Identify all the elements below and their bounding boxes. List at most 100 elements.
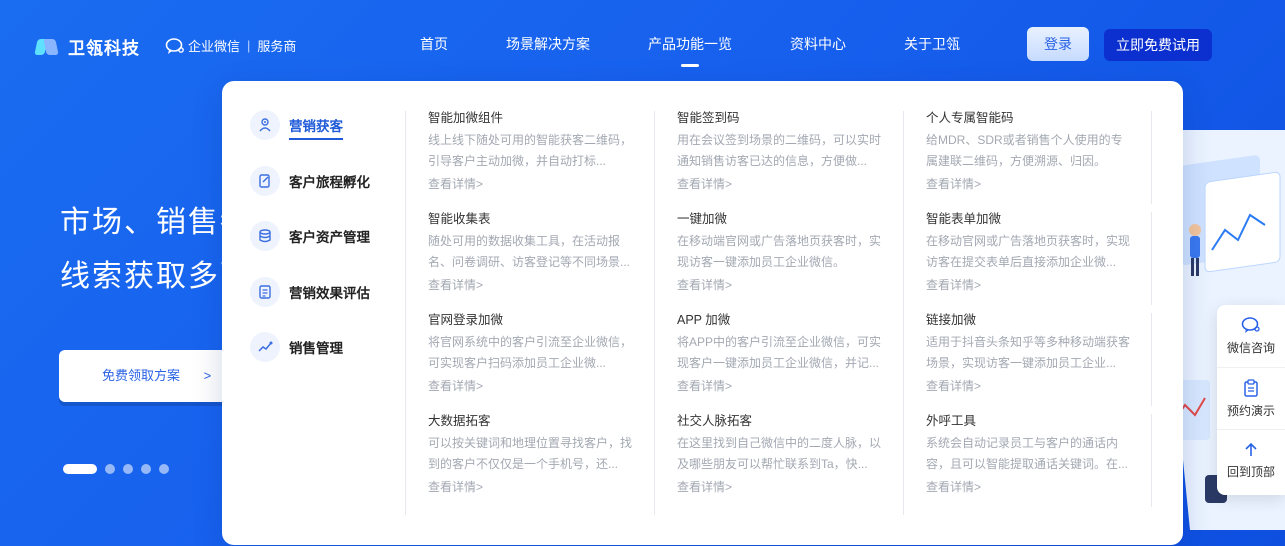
view-details-link[interactable]: 查看详情> xyxy=(926,175,1134,192)
edit-doc-icon xyxy=(250,165,280,196)
view-details-link[interactable]: 查看详情> xyxy=(428,478,636,495)
database-icon xyxy=(250,221,280,251)
float-label: 预约演示 xyxy=(1226,403,1275,418)
divider: | xyxy=(247,38,251,53)
feature-title: 社交人脉拓客 xyxy=(677,414,753,428)
view-details-link[interactable]: 查看详情> xyxy=(926,276,1134,293)
brand-name: 卫瓴科技 xyxy=(68,39,140,58)
feature-title: 官网登录加微 xyxy=(428,313,504,327)
clipboard-icon xyxy=(1244,378,1258,397)
carousel-dots xyxy=(63,464,169,474)
category-marketing-evaluation[interactable]: 营销效果评估 xyxy=(250,276,370,308)
nav-item-solutions[interactable]: 场景解决方案 xyxy=(506,34,590,54)
carousel-dot[interactable] xyxy=(159,464,169,474)
nav-item-resources[interactable]: 资料中心 xyxy=(790,34,846,54)
view-details-link[interactable]: 查看详情> xyxy=(677,276,885,293)
feature-desc: 系统会自动记录员工与客户的通话内容，且可以智能提取通话关键词。在... xyxy=(926,436,1129,471)
wecom-provider-badge: 企业微信 | 服务商 xyxy=(165,36,296,55)
back-to-top-button[interactable]: 回到顶部 xyxy=(1217,429,1285,491)
feature-card[interactable]: 个人专属智能码给MDR、SDR或者销售个人使用的专属建联二维码，方便溯源、归因。… xyxy=(903,111,1152,212)
carousel-dot[interactable] xyxy=(123,464,133,474)
feature-title: 个人专属智能码 xyxy=(926,111,1014,125)
feature-title: 智能签到码 xyxy=(677,111,740,125)
top-nav: 卫瓴科技 企业微信 | 服务商 首页 场景解决方案 产品功能一览 资料中心 关于… xyxy=(0,0,1285,88)
wecom-icon xyxy=(165,37,184,54)
float-label: 微信咨询 xyxy=(1226,341,1275,355)
feature-desc: 给MDR、SDR或者销售个人使用的专属建联二维码，方便溯源、归因。 xyxy=(926,133,1123,168)
feature-desc: 在这里找到自己微信中的二度人脉，以及哪些朋友可以帮忙联系到Ta，快... xyxy=(677,436,882,471)
arrow-up-icon xyxy=(1245,442,1257,456)
feature-title: 智能加微组件 xyxy=(428,111,504,125)
features-dropdown-panel: 营销获客 客户旅程孵化 客户资产管理 营销效果评估 销售管理 智能加微组件 线上… xyxy=(222,81,1183,545)
view-details-link[interactable]: 查看详情> xyxy=(926,377,1134,394)
category-label: 客户资产管理 xyxy=(289,230,370,245)
nav-item-about[interactable]: 关于卫瓴 xyxy=(904,34,960,54)
megaphone-icon xyxy=(250,110,280,140)
floating-contact-bar: 微信咨询 预约演示 回到顶部 xyxy=(1217,305,1285,495)
brand-logo[interactable]: 卫瓴科技 xyxy=(34,34,140,59)
category-customer-assets[interactable]: 客户资产管理 xyxy=(250,220,370,252)
category-label: 营销获客 xyxy=(289,115,343,140)
feature-title: 大数据拓客 xyxy=(428,414,491,428)
feature-desc: 可以按关键词和地理位置寻找客户，找到的客户不仅仅是一个手机号，还... xyxy=(428,436,633,471)
feature-desc: 线上线下随处可用的智能获客二维码，引导客户主动加微，并自动打标... xyxy=(428,133,633,168)
feature-title: 智能表单加微 xyxy=(926,212,1002,226)
logo-icon xyxy=(34,37,64,57)
feature-card[interactable]: 一键加微在移动端官网或广告落地页获客时，实现访客一键添加员工企业微信。查看详情> xyxy=(654,212,903,313)
feature-card[interactable]: 智能表单加微在移动官网或广告落地页获客时，实现访客在提交表单后直接添加企业微..… xyxy=(903,212,1152,313)
feature-desc: 用在会议签到场景的二维码，可以实时通知销售访客已达的信息，方便做... xyxy=(677,133,882,168)
view-details-link[interactable]: 查看详情> xyxy=(428,377,636,394)
trend-icon xyxy=(250,332,280,362)
wechat-consult-button[interactable]: 微信咨询 xyxy=(1217,305,1285,367)
feature-card[interactable]: 智能收集表 随处可用的数据收集工具，在活动报名、问卷调研、访客登记等不同场景...… xyxy=(405,212,654,313)
view-details-link[interactable]: 查看详情> xyxy=(428,276,636,293)
feature-card[interactable]: 大数据拓客可以按关键词和地理位置寻找客户，找到的客户不仅仅是一个手机号，还...… xyxy=(405,414,654,515)
nav-item-home[interactable]: 首页 xyxy=(420,34,448,54)
free-trial-button[interactable]: 立即免费试用 xyxy=(1104,29,1212,61)
carousel-dot[interactable] xyxy=(141,464,151,474)
category-marketing-acquisition[interactable]: 营销获客 xyxy=(250,109,370,141)
feature-card[interactable]: APP 加微将APP中的客户引流至企业微信，可实现客户一键添加员工企业微信，并记… xyxy=(654,313,903,414)
category-label: 营销效果评估 xyxy=(289,285,370,301)
carousel-dot[interactable] xyxy=(63,464,97,474)
category-label: 销售管理 xyxy=(289,341,343,356)
feature-card[interactable]: 社交人脉拓客在这里找到自己微信中的二度人脉，以及哪些朋友可以帮忙联系到Ta，快.… xyxy=(654,414,903,515)
provider-label: 服务商 xyxy=(257,39,297,54)
nav-links: 首页 场景解决方案 产品功能一览 资料中心 关于卫瓴 xyxy=(420,34,1018,67)
category-sales-management[interactable]: 销售管理 xyxy=(250,331,370,363)
nav-item-features[interactable]: 产品功能一览 xyxy=(648,34,732,67)
view-details-link[interactable]: 查看详情> xyxy=(677,175,885,192)
book-demo-button[interactable]: 预约演示 xyxy=(1217,367,1285,429)
float-label: 回到顶部 xyxy=(1226,464,1275,479)
category-list: 营销获客 客户旅程孵化 客户资产管理 营销效果评估 销售管理 xyxy=(250,109,370,387)
feature-title: APP 加微 xyxy=(677,313,731,327)
feature-desc: 随处可用的数据收集工具，在活动报名、问卷调研、访客登记等不同场景... xyxy=(428,234,631,269)
feature-card[interactable]: 外呼工具系统会自动记录员工与客户的通话内容，且可以智能提取通话关键词。在... 查… xyxy=(903,414,1152,515)
feature-desc: 将官网系统中的客户引流至企业微信，可实现客户扫码添加员工企业微... xyxy=(428,335,633,370)
feature-card[interactable]: 官网登录加微将官网系统中的客户引流至企业微信，可实现客户扫码添加员工企业微...… xyxy=(405,313,654,414)
feature-title: 一键加微 xyxy=(677,212,728,226)
feature-desc: 将APP中的客户引流至企业微信，可实现客户一键添加员工企业微信，并记... xyxy=(677,335,882,370)
login-button[interactable]: 登录 xyxy=(1027,27,1089,61)
view-details-link[interactable]: 查看详情> xyxy=(428,175,636,192)
chat-bubble-icon xyxy=(1241,317,1260,333)
view-details-link[interactable]: 查看详情> xyxy=(677,377,885,394)
view-details-link[interactable]: 查看详情> xyxy=(677,478,885,495)
view-details-link[interactable]: 查看详情> xyxy=(926,478,1134,495)
feature-desc: 适用于抖音头条知乎等多种移动端获客场景，实现访客一键添加员工企业... xyxy=(926,335,1131,370)
feature-title: 链接加微 xyxy=(926,313,977,327)
feature-card[interactable]: 智能签到码用在会议签到场景的二维码，可以实时通知销售访客已达的信息，方便做...… xyxy=(654,111,903,212)
feature-card[interactable]: 智能加微组件线上线下随处可用的智能获客二维码，引导客户主动加微，并自动打标...… xyxy=(405,111,654,212)
feature-grid: 智能加微组件线上线下随处可用的智能获客二维码，引导客户主动加微，并自动打标...… xyxy=(405,111,1152,515)
category-customer-journey[interactable]: 客户旅程孵化 xyxy=(250,165,370,197)
arrow-right-icon: > xyxy=(203,368,212,383)
carousel-dot[interactable] xyxy=(105,464,115,474)
get-plan-label: 免费领取方案 xyxy=(102,368,181,383)
wecom-label: 企业微信 xyxy=(188,39,241,54)
feature-card[interactable]: 链接加微适用于抖音头条知乎等多种移动端获客场景，实现访客一键添加员工企业... 查… xyxy=(903,313,1152,414)
feature-desc: 在移动官网或广告落地页获客时，实现访客在提交表单后直接添加企业微... xyxy=(926,234,1131,269)
feature-desc: 在移动端官网或广告落地页获客时，实现访客一键添加员工企业微信。 xyxy=(677,234,882,269)
category-label: 客户旅程孵化 xyxy=(289,174,370,190)
feature-title: 外呼工具 xyxy=(926,414,977,428)
report-icon xyxy=(250,276,280,307)
